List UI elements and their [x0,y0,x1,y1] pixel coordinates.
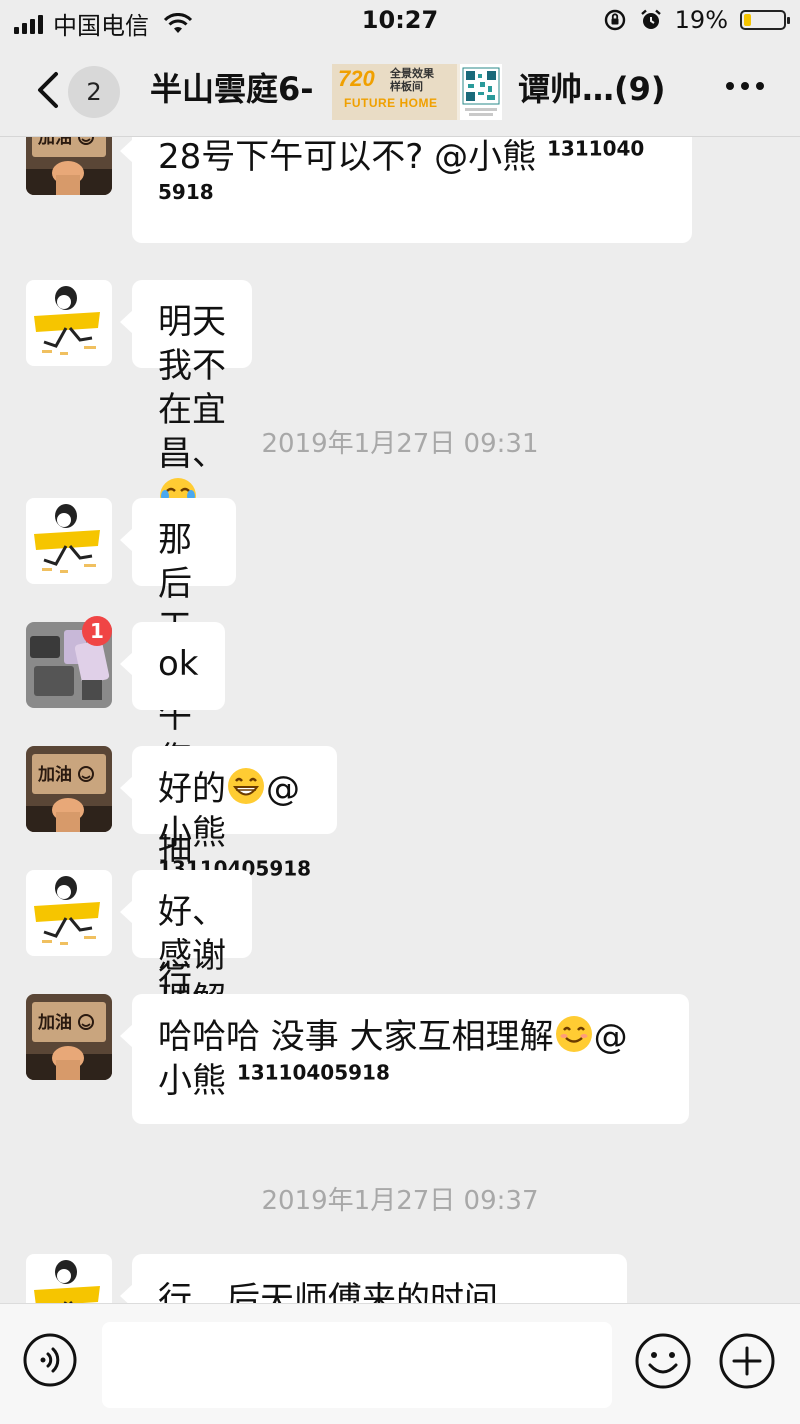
alarm-icon [640,9,661,29]
voice-icon[interactable] [22,1332,78,1388]
message-bubble[interactable]: 明天我不在宜昌、 [120,280,252,514]
emoji-icon[interactable] [634,1332,692,1390]
message-text: 行，后天师傅来的时间 [158,1280,498,1303]
message-text: 哈哈哈 没事 大家互相理解 [158,1017,554,1057]
message-bubble[interactable]: 好的 @小熊 13110405918 [119,746,338,879]
chat-title-left: 半山雲庭6- [150,70,314,108]
ad-line1: 全景效果 [390,67,434,80]
mention-phone: 1311040 [546,137,645,161]
ad-number: 720 [338,66,375,91]
chat-area[interactable]: 加油 28号下午可以不? @小熊 1311040 5918 明天我不在宜昌、 2… [0,137,800,1303]
mention-phone-cont: 5918 [158,180,214,204]
runner-avatar[interactable] [26,498,112,584]
unread-badge: 1 [82,616,112,646]
nav-bar: 2 半山雲庭6- 谭帅…(9) 720 全景效果 样板间 FUTURE HOME [0,44,800,137]
svg-text:加油: 加油 [37,137,72,148]
message-bubble[interactable]: 行，后天师傅来的时间 [120,1254,627,1303]
more-dots-icon[interactable] [726,82,764,90]
runner-avatar[interactable] [26,870,112,956]
battery-icon [740,10,790,30]
message-bubble[interactable]: 哈哈哈 没事 大家互相理解 @ 小熊 13110405918 [120,994,689,1124]
runner-avatar[interactable] [26,280,112,366]
message-text: 28号下午可以不? @小熊 [158,137,547,177]
svg-text:加油: 加油 [37,1012,72,1033]
ad-subtitle: 全景效果 样板间 [390,67,434,93]
battery-level [744,14,751,26]
timestamp: 2019年1月27日 09:37 [261,1186,539,1216]
mention-at: @ [593,1017,628,1057]
chat-title-right: 谭帅…(9) [518,70,666,108]
ad-brand: FUTURE HOME [344,96,438,110]
plus-icon[interactable] [718,1332,776,1390]
message-text: 好的 [158,769,226,809]
smiling-emoji-icon [555,1016,592,1052]
message-bubble[interactable]: 28号下午可以不? @小熊 1311040 5918 [120,137,692,243]
chevron-left-icon[interactable] [30,68,70,112]
sign-avatar[interactable]: 加油 [26,994,112,1080]
message-text: ok [158,644,199,684]
message-bubble[interactable]: 那后天上午您们抽个空行不? [119,498,237,1044]
sign-avatar[interactable]: 加油 [26,746,112,832]
ad-banner[interactable]: 720 全景效果 样板间 FUTURE HOME [332,64,502,120]
timestamp: 2019年1月27日 09:31 [261,429,539,459]
input-bar [0,1303,800,1424]
battery-percent: 19% [674,6,728,34]
ad-graphic: 720 全景效果 样板间 FUTURE HOME [332,64,457,120]
status-right: 19% [603,6,790,34]
status-bar: 中国电信 10:27 19% [0,0,800,44]
sign-avatar[interactable]: 加油 [26,137,112,195]
grinning-emoji-icon [228,768,264,804]
ad-line2: 样板间 [390,80,423,93]
mention-phone: 13110405918 [236,1060,390,1085]
rotation-lock-icon [604,9,625,31]
svg-text:加油: 加油 [37,764,72,785]
message-bubble[interactable]: 好、感谢理解 [120,870,252,1060]
mention-text: 小熊 [158,1061,237,1101]
unread-count-badge[interactable]: 2 [68,66,120,118]
runner-avatar[interactable] [26,1254,112,1303]
qr-code-icon [460,64,502,120]
message-input[interactable] [102,1322,612,1408]
message-bubble[interactable]: ok [120,622,225,710]
